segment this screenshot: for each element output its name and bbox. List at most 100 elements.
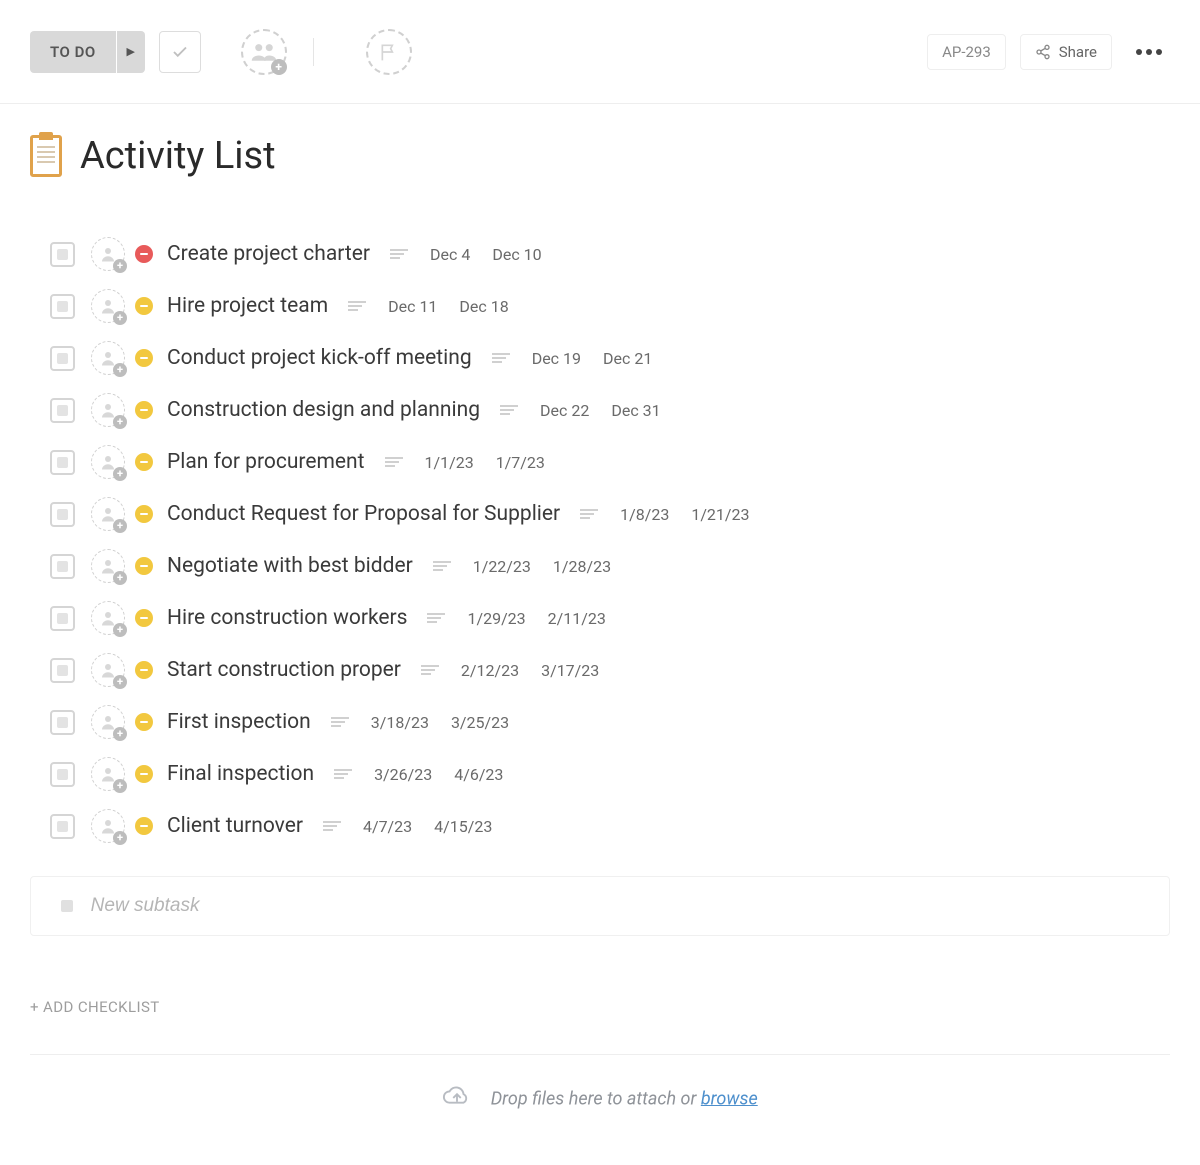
description-icon[interactable] (427, 613, 445, 623)
task-row[interactable]: + Conduct project kick-off meeting Dec 1… (50, 332, 1170, 384)
task-start-date[interactable]: Dec 19 (532, 349, 581, 368)
task-title[interactable]: Hire project team (167, 294, 328, 318)
task-checkbox[interactable] (50, 294, 75, 319)
task-row[interactable]: + Plan for procurement 1/1/23 1/7/23 (50, 436, 1170, 488)
status-button[interactable]: TO DO ▶ (30, 31, 145, 73)
description-icon[interactable] (500, 405, 518, 415)
task-title[interactable]: Hire construction workers (167, 606, 407, 630)
task-title[interactable]: Final inspection (167, 762, 314, 786)
task-start-date[interactable]: 2/12/23 (461, 661, 519, 680)
task-checkbox[interactable] (50, 554, 75, 579)
task-end-date[interactable]: 2/11/23 (548, 609, 606, 628)
task-priority-icon[interactable] (135, 557, 153, 575)
task-end-date[interactable]: 1/21/23 (691, 505, 749, 524)
description-icon[interactable] (421, 665, 439, 675)
task-priority-icon[interactable] (135, 505, 153, 523)
task-title[interactable]: Start construction proper (167, 658, 401, 682)
task-title[interactable]: Construction design and planning (167, 398, 480, 422)
task-row[interactable]: + Negotiate with best bidder 1/22/23 1/2… (50, 540, 1170, 592)
task-start-date[interactable]: 4/7/23 (363, 817, 412, 836)
task-checkbox[interactable] (50, 242, 75, 267)
page-title[interactable]: Activity List (80, 134, 276, 178)
task-start-date[interactable]: 1/29/23 (467, 609, 525, 628)
file-dropzone[interactable]: Drop files here to attach or browse (30, 1054, 1170, 1144)
task-end-date[interactable]: 1/7/23 (496, 453, 545, 472)
task-priority-icon[interactable] (135, 401, 153, 419)
task-row[interactable]: + Hire construction workers 1/29/23 2/11… (50, 592, 1170, 644)
task-priority-icon[interactable] (135, 245, 153, 263)
description-icon[interactable] (348, 301, 366, 311)
description-icon[interactable] (433, 561, 451, 571)
task-end-date[interactable]: 1/28/23 (553, 557, 611, 576)
task-checkbox[interactable] (50, 606, 75, 631)
task-title[interactable]: Create project charter (167, 242, 370, 266)
task-row[interactable]: + Hire project team Dec 11 Dec 18 (50, 280, 1170, 332)
task-start-date[interactable]: Dec 11 (388, 297, 437, 316)
task-row[interactable]: + Client turnover 4/7/23 4/15/23 (50, 800, 1170, 852)
task-priority-icon[interactable] (135, 349, 153, 367)
task-title[interactable]: Plan for procurement (167, 450, 365, 474)
task-priority-icon[interactable] (135, 765, 153, 783)
task-priority-icon[interactable] (135, 609, 153, 627)
task-checkbox[interactable] (50, 814, 75, 839)
task-end-date[interactable]: 4/6/23 (454, 765, 503, 784)
task-priority-icon[interactable] (135, 453, 153, 471)
description-icon[interactable] (390, 249, 408, 259)
status-dropdown-toggle[interactable]: ▶ (117, 31, 145, 73)
task-assignee-button[interactable]: + (91, 601, 125, 635)
task-row[interactable]: + First inspection 3/18/23 3/25/23 (50, 696, 1170, 748)
task-title[interactable]: Conduct Request for Proposal for Supplie… (167, 502, 560, 526)
task-row[interactable]: + Start construction proper 2/12/23 3/17… (50, 644, 1170, 696)
task-start-date[interactable]: 3/18/23 (371, 713, 429, 732)
task-checkbox[interactable] (50, 658, 75, 683)
task-assignee-button[interactable]: + (91, 757, 125, 791)
task-priority-icon[interactable] (135, 297, 153, 315)
task-start-date[interactable]: 1/8/23 (620, 505, 669, 524)
task-assignee-button[interactable]: + (91, 445, 125, 479)
task-checkbox[interactable] (50, 710, 75, 735)
task-checkbox[interactable] (50, 762, 75, 787)
task-assignee-button[interactable]: + (91, 341, 125, 375)
task-row[interactable]: + Construction design and planning Dec 2… (50, 384, 1170, 436)
priority-button[interactable] (366, 29, 412, 75)
task-checkbox[interactable] (50, 450, 75, 475)
add-checklist-button[interactable]: + ADD CHECKLIST (30, 998, 160, 1016)
task-assignee-button[interactable]: + (91, 237, 125, 271)
description-icon[interactable] (580, 509, 598, 519)
task-start-date[interactable]: 1/1/23 (425, 453, 474, 472)
task-assignee-button[interactable]: + (91, 549, 125, 583)
task-assignee-button[interactable]: + (91, 653, 125, 687)
task-end-date[interactable]: 4/15/23 (434, 817, 492, 836)
task-row[interactable]: + Final inspection 3/26/23 4/6/23 (50, 748, 1170, 800)
task-row[interactable]: + Create project charter Dec 4 Dec 10 (50, 228, 1170, 280)
assignees-button[interactable]: + (241, 29, 287, 75)
task-start-date[interactable]: Dec 4 (430, 245, 470, 264)
task-assignee-button[interactable]: + (91, 393, 125, 427)
task-title[interactable]: Client turnover (167, 814, 303, 838)
description-icon[interactable] (385, 457, 403, 467)
description-icon[interactable] (334, 769, 352, 779)
complete-button[interactable] (159, 31, 201, 73)
task-end-date[interactable]: 3/17/23 (541, 661, 599, 680)
status-label[interactable]: TO DO (30, 31, 116, 73)
task-end-date[interactable]: Dec 18 (459, 297, 508, 316)
more-menu-button[interactable] (1128, 41, 1170, 63)
description-icon[interactable] (323, 821, 341, 831)
new-subtask-row[interactable] (30, 876, 1170, 936)
task-checkbox[interactable] (50, 346, 75, 371)
task-end-date[interactable]: Dec 31 (611, 401, 660, 420)
task-row[interactable]: + Conduct Request for Proposal for Suppl… (50, 488, 1170, 540)
description-icon[interactable] (331, 717, 349, 727)
task-checkbox[interactable] (50, 398, 75, 423)
share-button[interactable]: Share (1020, 34, 1112, 70)
task-end-date[interactable]: 3/25/23 (451, 713, 509, 732)
description-icon[interactable] (492, 353, 510, 363)
task-end-date[interactable]: Dec 21 (603, 349, 652, 368)
task-assignee-button[interactable]: + (91, 497, 125, 531)
task-start-date[interactable]: Dec 22 (540, 401, 589, 420)
task-priority-icon[interactable] (135, 661, 153, 679)
new-subtask-input[interactable] (91, 895, 1139, 917)
task-title[interactable]: First inspection (167, 710, 311, 734)
task-id[interactable]: AP-293 (927, 34, 1006, 70)
task-title[interactable]: Conduct project kick-off meeting (167, 346, 472, 370)
